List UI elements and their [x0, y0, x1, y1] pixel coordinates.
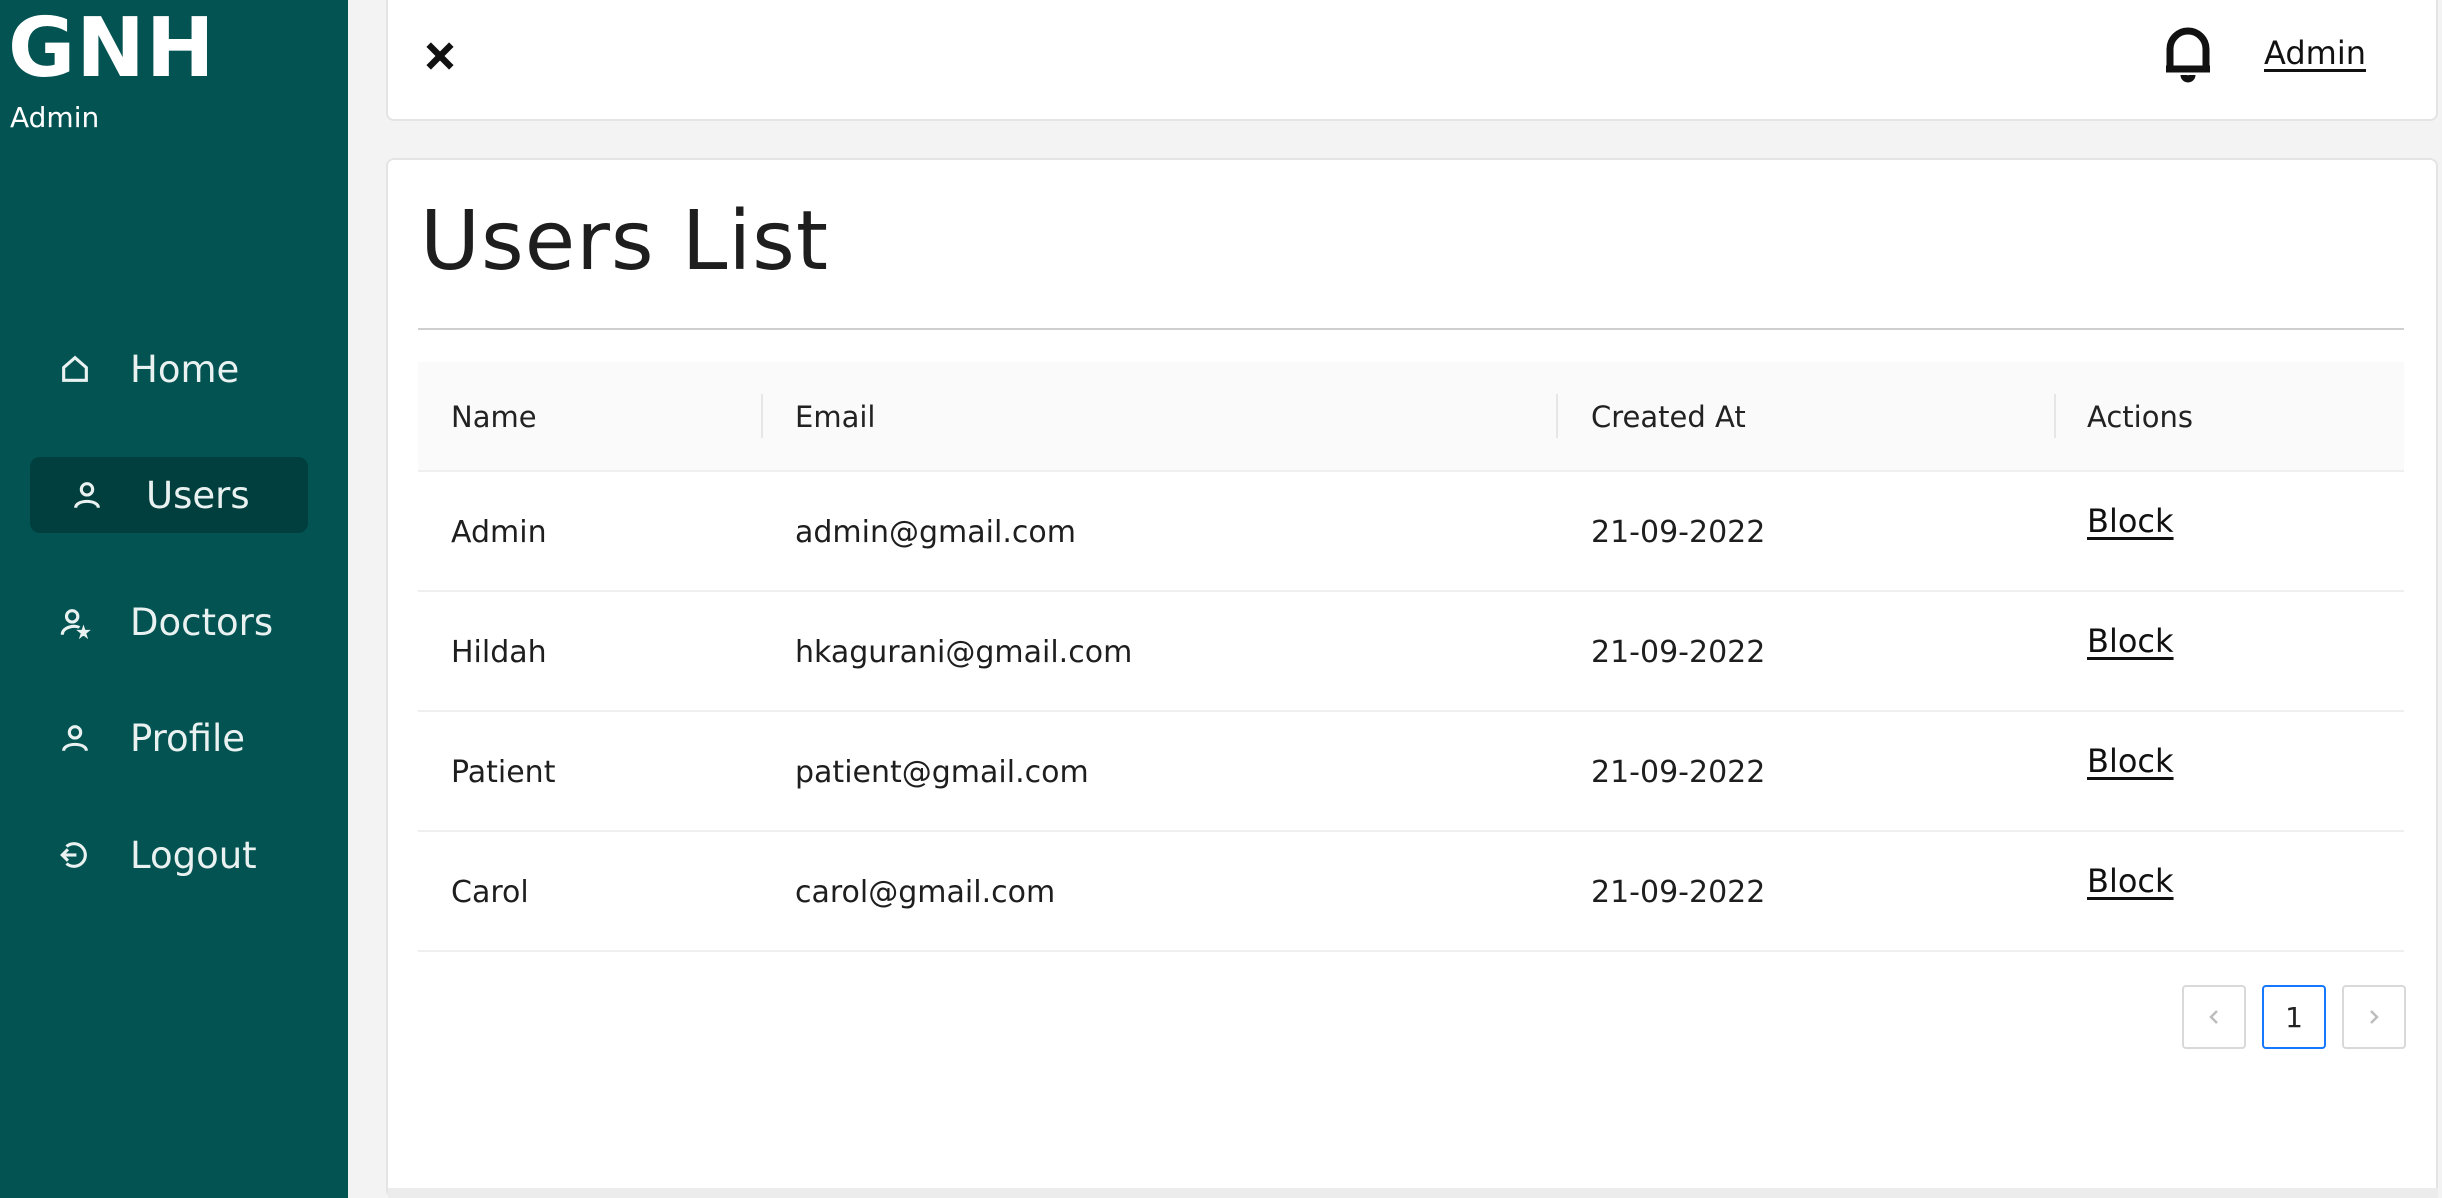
page-title: Users List [420, 194, 830, 289]
users-table: Name Email Created At Actions Admin admi… [418, 362, 2404, 952]
title-divider [418, 328, 2404, 330]
profile-icon [58, 721, 92, 755]
doctor-icon [58, 605, 92, 639]
cell-actions: Block [2087, 832, 2174, 952]
column-separator [2054, 394, 2056, 438]
sidebar-item-doctors[interactable]: Doctors [30, 584, 308, 660]
user-icon [70, 478, 104, 512]
table-row: Patient patient@gmail.com 21-09-2022 Blo… [418, 712, 2404, 832]
pagination: 1 [2182, 985, 2406, 1049]
close-icon[interactable] [418, 34, 462, 78]
cell-name: Admin [451, 514, 547, 550]
column-header-email[interactable]: Email [795, 362, 875, 472]
home-icon [58, 352, 92, 386]
cell-actions: Block [2087, 592, 2174, 712]
horizontal-scrollbar[interactable] [388, 1188, 2438, 1198]
table-row: Carol carol@gmail.com 21-09-2022 Block [418, 832, 2404, 952]
block-button[interactable]: Block [2087, 502, 2174, 540]
top-bar: Admin [386, 0, 2438, 121]
pagination-page-1[interactable]: 1 [2262, 985, 2326, 1049]
cell-created-at: 21-09-2022 [1591, 754, 1766, 790]
sidebar-item-label: Logout [130, 833, 257, 877]
cell-created-at: 21-09-2022 [1591, 514, 1766, 550]
admin-user-link[interactable]: Admin [2264, 34, 2366, 72]
column-header-created-at[interactable]: Created At [1591, 362, 1746, 472]
cell-created-at: 21-09-2022 [1591, 634, 1766, 670]
chevron-right-icon [2364, 1001, 2384, 1034]
sidebar-item-label: Users [146, 473, 250, 517]
table-row: Hildah hkagurani@gmail.com 21-09-2022 Bl… [418, 592, 2404, 712]
column-separator [1556, 394, 1558, 438]
cell-actions: Block [2087, 472, 2174, 592]
column-header-name[interactable]: Name [451, 362, 537, 472]
table-row: Admin admin@gmail.com 21-09-2022 Block [418, 472, 2404, 592]
sidebar-item-label: Home [130, 347, 240, 391]
logout-icon [58, 838, 92, 872]
sidebar: GNH Admin Home Users Doctors Profile Log… [0, 0, 348, 1198]
cell-email: carol@gmail.com [795, 874, 1056, 910]
cell-name: Hildah [451, 634, 547, 670]
block-button[interactable]: Block [2087, 742, 2174, 780]
cell-created-at: 21-09-2022 [1591, 874, 1766, 910]
sidebar-item-home[interactable]: Home [30, 331, 308, 407]
pagination-prev-button[interactable] [2182, 985, 2246, 1049]
column-header-actions: Actions [2087, 400, 2193, 434]
brand-subtitle: Admin [10, 101, 100, 134]
table-header: Name Email Created At Actions [418, 362, 2404, 472]
bell-icon[interactable] [2158, 24, 2218, 86]
cell-email: admin@gmail.com [795, 514, 1076, 550]
block-button[interactable]: Block [2087, 622, 2174, 660]
cell-email: hkagurani@gmail.com [795, 634, 1133, 670]
pagination-next-button[interactable] [2342, 985, 2406, 1049]
sidebar-item-label: Doctors [130, 600, 274, 644]
cell-name: Carol [451, 874, 529, 910]
sidebar-item-label: Profile [130, 716, 246, 760]
sidebar-item-logout[interactable]: Logout [30, 817, 308, 893]
sidebar-item-profile[interactable]: Profile [30, 700, 308, 776]
block-button[interactable]: Block [2087, 862, 2174, 900]
users-card: Users List Name Email Created At Actions… [386, 158, 2438, 1198]
sidebar-item-users[interactable]: Users [30, 457, 308, 533]
cell-name: Patient [451, 754, 556, 790]
cell-email: patient@gmail.com [795, 754, 1089, 790]
brand-title: GNH [8, 1, 216, 96]
cell-actions: Block [2087, 712, 2174, 832]
chevron-left-icon [2204, 1001, 2224, 1034]
column-separator [761, 394, 763, 438]
